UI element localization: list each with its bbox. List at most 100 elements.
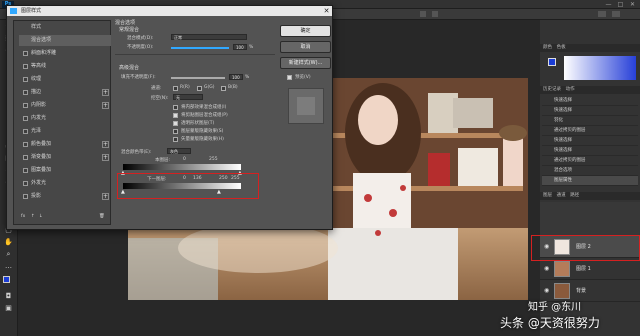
add-effect-icon[interactable]: + bbox=[102, 193, 109, 200]
tab-swatches[interactable]: 色板 bbox=[554, 45, 566, 50]
layer-thumbnail bbox=[554, 261, 570, 277]
trash-icon[interactable]: 🗑 bbox=[99, 214, 105, 219]
sidebar-item[interactable]: 斜面和浮雕 bbox=[19, 48, 111, 59]
add-effect-icon[interactable]: + bbox=[102, 141, 109, 148]
fill-opacity-slider-track[interactable] bbox=[171, 77, 225, 79]
preview-label: 预览(V) bbox=[295, 75, 311, 80]
opacity-input[interactable]: 100 bbox=[233, 44, 247, 50]
sidebar-item[interactable]: 颜色叠加 + bbox=[19, 139, 111, 150]
sidebar-item[interactable]: 内发光 bbox=[19, 113, 111, 124]
option-checkbox-0[interactable] bbox=[173, 105, 178, 110]
sidebar-item-checkbox[interactable] bbox=[23, 155, 28, 160]
eye-icon[interactable]: ◉ bbox=[544, 266, 550, 272]
move-up-icon[interactable]: ↑ bbox=[31, 214, 35, 219]
history-item[interactable]: 通过拷贝的图层 bbox=[542, 126, 638, 136]
sidebar-item[interactable]: 外发光 bbox=[19, 178, 111, 189]
channel-r-checkbox[interactable] bbox=[173, 86, 178, 91]
option-checkbox-3[interactable] bbox=[173, 129, 178, 134]
layer-style-dialog: 图层样式 ✕ fx ↑ ↓ 🗑 混合选项 常规混合 混合模式(D): 正常 不透… bbox=[6, 5, 333, 230]
fill-opacity-unit: % bbox=[245, 75, 250, 80]
tab-actions[interactable]: 动作 bbox=[563, 87, 575, 92]
history-item[interactable]: 羽化 bbox=[542, 116, 638, 126]
sidebar-item-checkbox[interactable] bbox=[23, 90, 28, 95]
layer-row[interactable]: ◉ 图层 1 bbox=[540, 258, 640, 280]
add-effect-icon[interactable]: + bbox=[102, 154, 109, 161]
tab-paths[interactable]: 路径 bbox=[567, 193, 579, 198]
sidebar-item[interactable]: 纹理 bbox=[19, 74, 111, 85]
move-down-icon[interactable]: ↓ bbox=[39, 214, 43, 219]
knockout-select[interactable]: 无 bbox=[173, 94, 203, 100]
sidebar-item-checkbox[interactable] bbox=[23, 77, 28, 82]
channel-b-checkbox[interactable] bbox=[221, 86, 226, 91]
add-effect-icon[interactable]: + bbox=[102, 102, 109, 109]
tab-color[interactable]: 颜色 bbox=[540, 45, 552, 50]
tab-layers[interactable]: 图层 bbox=[540, 193, 552, 198]
history-item[interactable]: 快速选择 bbox=[542, 106, 638, 116]
history-item[interactable]: 快速选择 bbox=[542, 146, 638, 156]
sidebar-item-checkbox[interactable] bbox=[23, 181, 28, 186]
fx-icon[interactable]: fx bbox=[21, 214, 25, 219]
sidebar-item-checkbox[interactable] bbox=[23, 194, 28, 199]
add-effect-icon[interactable]: + bbox=[102, 89, 109, 96]
option-icon[interactable] bbox=[432, 11, 438, 17]
hand-tool-icon[interactable]: ✋ bbox=[3, 238, 14, 247]
history-item[interactable]: 快速选择 bbox=[542, 136, 638, 146]
sidebar-item-label: 颜色叠加 bbox=[31, 141, 52, 147]
ok-button[interactable]: 确定 bbox=[280, 25, 331, 37]
cancel-button[interactable]: 取消 bbox=[280, 41, 331, 53]
sidebar-item[interactable]: 投影 + bbox=[19, 191, 111, 202]
dialog-close-icon[interactable]: ✕ bbox=[321, 6, 332, 16]
preview-checkbox[interactable] bbox=[287, 75, 292, 80]
sidebar-item[interactable]: 渐变叠加 + bbox=[19, 152, 111, 163]
more-tools-icon[interactable]: … bbox=[3, 262, 14, 271]
general-blending-title: 常规混合 bbox=[119, 27, 140, 33]
channel-g-checkbox[interactable] bbox=[197, 86, 202, 91]
share-icon[interactable] bbox=[612, 11, 620, 17]
history-item[interactable]: 快速选择 bbox=[542, 96, 638, 106]
sidebar-item[interactable]: 混合选项 bbox=[19, 35, 111, 46]
opacity-slider-track[interactable] bbox=[171, 47, 229, 49]
fill-opacity-input[interactable]: 100 bbox=[229, 74, 243, 80]
minimize-icon[interactable]: — bbox=[604, 1, 613, 8]
option-checkbox-1[interactable] bbox=[173, 113, 178, 118]
foreground-color-swatch[interactable] bbox=[3, 276, 10, 283]
sidebar-item[interactable]: 图案叠加 bbox=[19, 165, 111, 176]
this-layer-gradient-bar[interactable] bbox=[123, 164, 241, 170]
maximize-icon[interactable]: □ bbox=[616, 1, 625, 8]
close-icon[interactable]: ✕ bbox=[628, 1, 637, 8]
sidebar-item-checkbox[interactable] bbox=[23, 142, 28, 147]
option-icon[interactable] bbox=[420, 11, 426, 17]
sidebar-item[interactable]: 等高线 bbox=[19, 61, 111, 72]
history-item[interactable]: 图层属性 bbox=[542, 176, 638, 186]
option-checkbox-2[interactable] bbox=[173, 121, 178, 126]
sidebar-item[interactable]: 光泽 bbox=[19, 126, 111, 137]
screen-mode-icon[interactable]: ▣ bbox=[3, 304, 14, 313]
sidebar-item-checkbox[interactable] bbox=[23, 129, 28, 134]
tab-history[interactable]: 历史记录 bbox=[540, 87, 561, 92]
workspace-icon[interactable] bbox=[598, 11, 606, 17]
new-style-button[interactable]: 新建样式(W)... bbox=[280, 57, 331, 69]
sidebar-item[interactable]: 描边 + bbox=[19, 87, 111, 98]
sidebar-item-checkbox[interactable] bbox=[23, 51, 28, 56]
sidebar-item-checkbox[interactable] bbox=[23, 116, 28, 121]
divider bbox=[115, 54, 275, 55]
zoom-tool-icon[interactable]: ⌕ bbox=[3, 250, 14, 259]
history-item[interactable]: 混合选项 bbox=[542, 166, 638, 176]
sidebar-item[interactable]: 样式 bbox=[19, 22, 111, 33]
fill-opacity-slider-fill bbox=[171, 77, 225, 79]
sidebar-item-checkbox[interactable] bbox=[23, 168, 28, 173]
history-item[interactable]: 通过拷贝的图层 bbox=[542, 156, 638, 166]
blend-mode-label: 混合模式(D): bbox=[127, 36, 154, 41]
blend-mode-select[interactable]: 正常 bbox=[171, 34, 247, 40]
eye-icon[interactable]: ◉ bbox=[544, 288, 550, 294]
quick-mask-icon[interactable]: ◘ bbox=[3, 292, 14, 301]
sidebar-item-checkbox[interactable] bbox=[23, 64, 28, 69]
blend-if-select[interactable]: 灰色 bbox=[167, 148, 191, 154]
option-checkbox-4[interactable] bbox=[173, 137, 178, 142]
fill-opacity-label: 填充不透明度(F): bbox=[121, 75, 156, 80]
sidebar-item-checkbox[interactable] bbox=[23, 103, 28, 108]
fg-color-chip[interactable] bbox=[548, 58, 556, 66]
tab-channels[interactable]: 通道 bbox=[554, 193, 566, 198]
sidebar-item[interactable]: 内阴影 + bbox=[19, 100, 111, 111]
color-picker-field[interactable] bbox=[564, 56, 636, 80]
